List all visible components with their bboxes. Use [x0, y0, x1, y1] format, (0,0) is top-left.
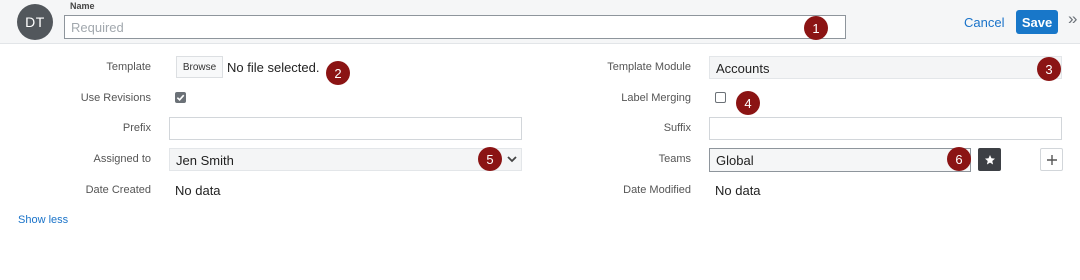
marker-1: 1 [804, 16, 828, 40]
file-status-text: No file selected. [227, 60, 320, 75]
marker-4: 4 [736, 91, 760, 115]
template-module-field[interactable]: Accounts [709, 56, 1062, 79]
teams-label: Teams [658, 153, 691, 165]
date-modified-value: No data [715, 183, 761, 198]
prefix-input[interactable] [169, 117, 522, 140]
browse-button[interactable]: Browse [176, 56, 223, 78]
add-team-button[interactable] [1040, 148, 1063, 171]
prefix-label: Prefix [122, 122, 151, 134]
assigned-to-label: Assigned to [93, 153, 151, 165]
use-revisions-label: Use Revisions [80, 92, 151, 104]
marker-3: 3 [1037, 57, 1061, 81]
show-less-link[interactable]: Show less [18, 214, 68, 226]
date-modified-label: Date Modified [623, 184, 691, 196]
template-module-label: Template Module [607, 61, 691, 73]
date-created-value: No data [175, 183, 221, 198]
checkmark-icon [176, 94, 185, 102]
marker-2: 2 [326, 61, 350, 85]
double-chevron-right-icon[interactable]: » [1068, 9, 1077, 29]
record-header: DT Name Cancel Save » [0, 0, 1080, 44]
name-input[interactable] [64, 15, 846, 39]
plus-icon [1046, 154, 1057, 165]
marker-6: 6 [947, 147, 971, 171]
date-created-label: Date Created [85, 184, 151, 196]
teams-input[interactable]: Global [709, 148, 971, 172]
save-button[interactable]: Save [1016, 10, 1058, 34]
suffix-input[interactable] [709, 117, 1062, 140]
primary-team-button[interactable] [978, 148, 1001, 171]
name-label: Name [70, 1, 95, 11]
use-revisions-checkbox[interactable] [175, 92, 186, 103]
suffix-label: Suffix [663, 122, 691, 134]
star-icon [984, 154, 995, 164]
label-merging-label: Label Merging [621, 92, 691, 104]
marker-5: 5 [478, 147, 502, 171]
cancel-button[interactable]: Cancel [964, 15, 1004, 30]
template-label: Template [106, 61, 151, 73]
assigned-to-select[interactable]: Jen Smith [169, 148, 522, 171]
chevron-down-icon[interactable] [506, 153, 518, 165]
avatar: DT [17, 4, 53, 40]
label-merging-checkbox[interactable] [715, 92, 726, 103]
